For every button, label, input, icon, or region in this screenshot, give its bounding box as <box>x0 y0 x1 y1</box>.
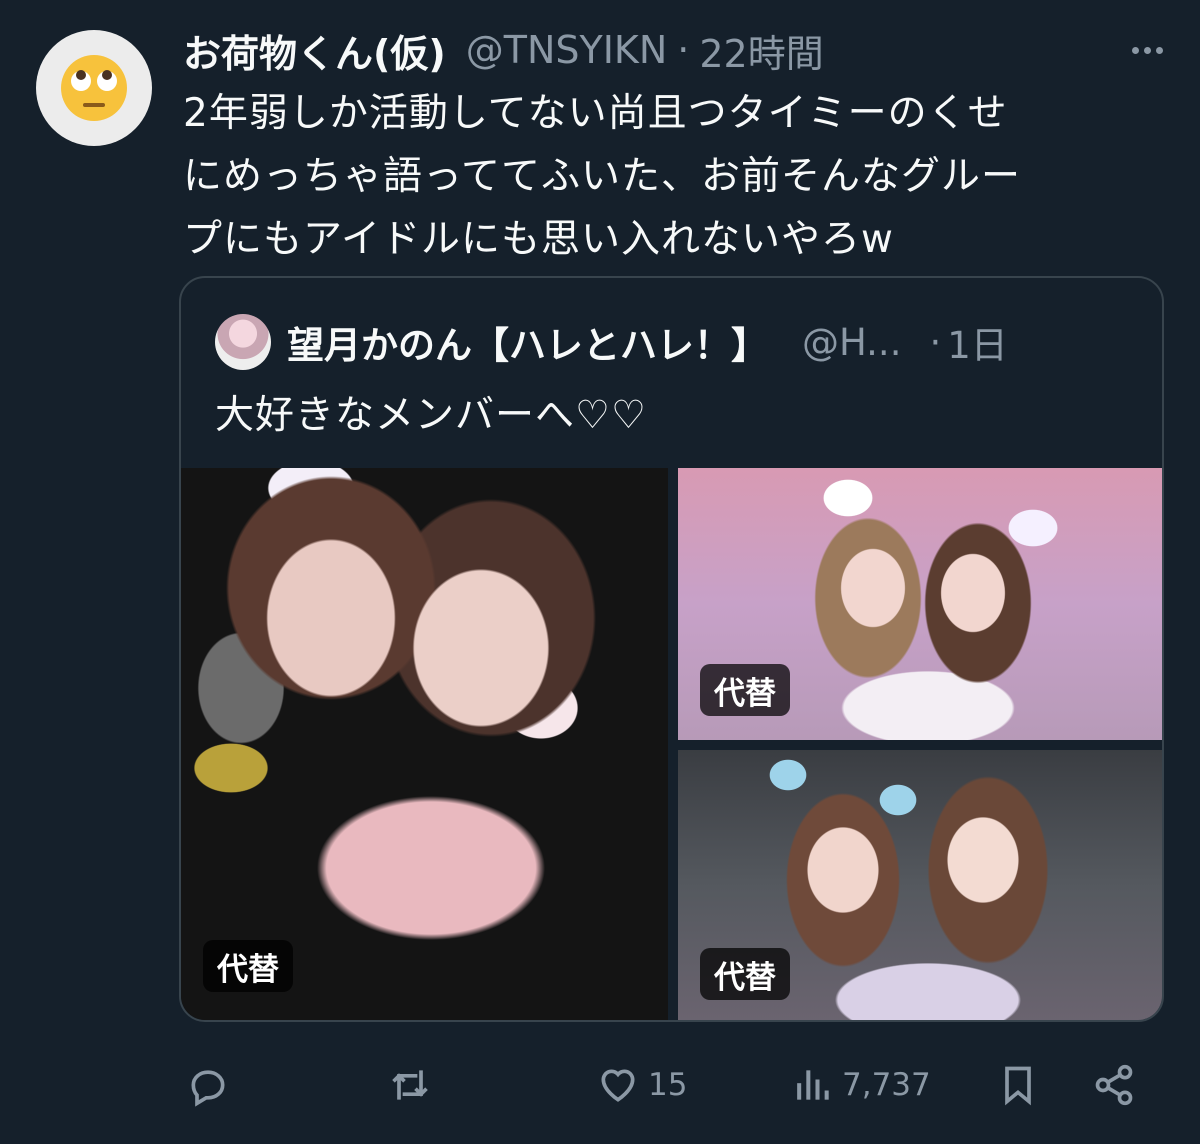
media-photo[interactable]: 代替 <box>678 468 1162 740</box>
share-icon <box>1095 1064 1133 1106</box>
alt-text-badge[interactable]: 代替 <box>700 948 790 1000</box>
media-photo[interactable]: 代替 <box>181 468 668 1020</box>
retweet-icon <box>392 1070 428 1100</box>
quoted-display-name[interactable]: 望月かのん【ハレとハレ！】 <box>287 315 768 369</box>
quoted-tweet-header: 望月かのん【ハレとハレ！】 @H... · 1日 <box>215 312 1135 372</box>
user-handle[interactable]: @TNSYIKN <box>466 28 668 72</box>
like-count: 15 <box>648 1067 688 1103</box>
display-name[interactable]: お荷物くん(仮) <box>183 23 446 78</box>
tweet-text-line: 2年弱しか活動してない尚且つタイミーのくせ <box>183 91 1008 136</box>
views-count: 7,737 <box>842 1067 931 1103</box>
bookmark-icon <box>1005 1066 1031 1106</box>
reply-button[interactable] <box>186 1055 238 1115</box>
share-button[interactable] <box>1092 1055 1136 1115</box>
retweet-button[interactable] <box>388 1055 440 1115</box>
header-separator: · <box>677 28 690 72</box>
media-photo[interactable]: 代替 <box>678 750 1162 1020</box>
reply-icon <box>191 1070 225 1107</box>
views-button[interactable]: 7,737 <box>790 1055 931 1115</box>
tweet-action-bar: 15 7,737 <box>0 1055 1200 1115</box>
quoted-tweet-timestamp[interactable]: 1日 <box>947 315 1008 369</box>
views-icon <box>797 1070 829 1100</box>
user-avatar[interactable] <box>36 30 152 146</box>
heart-icon <box>601 1069 635 1102</box>
more-dot-icon <box>1131 46 1139 54</box>
tweet-text-line: プにもアイドルにも思い入れないやろw <box>183 217 894 262</box>
quoted-user-avatar[interactable] <box>215 314 271 370</box>
like-button[interactable]: 15 <box>596 1055 687 1115</box>
tweet-header: お荷物くん(仮) @TNSYIKN · 22時間 <box>183 22 824 78</box>
quoted-tweet[interactable]: 望月かのん【ハレとハレ！】 @H... · 1日 大好きなメンバーへ♡♡ 代替 … <box>179 276 1164 1022</box>
more-dot-icon <box>1143 46 1151 54</box>
tweet-text-line: にめっちゃ語っててふいた、お前そんなグルー <box>183 154 1022 199</box>
more-options-button[interactable] <box>1122 30 1172 70</box>
media-grid: 代替 代替 代替 <box>181 468 1162 1020</box>
quoted-header-separator: · <box>929 320 942 364</box>
quoted-tweet-text: 大好きなメンバーへ♡♡ <box>215 393 647 438</box>
alt-text-badge[interactable]: 代替 <box>203 940 293 992</box>
tweet-timestamp[interactable]: 22時間 <box>699 23 823 78</box>
bookmark-button[interactable] <box>996 1055 1040 1115</box>
alt-text-badge[interactable]: 代替 <box>700 664 790 716</box>
quoted-user-handle[interactable]: @H... <box>802 321 901 364</box>
tweet-text: 2年弱しか活動してない尚且つタイミーのくせ にめっちゃ語っててふいた、お前そんな… <box>183 82 1163 271</box>
more-dot-icon <box>1155 46 1163 54</box>
face-with-rolling-eyes-emoji-icon <box>61 55 127 121</box>
